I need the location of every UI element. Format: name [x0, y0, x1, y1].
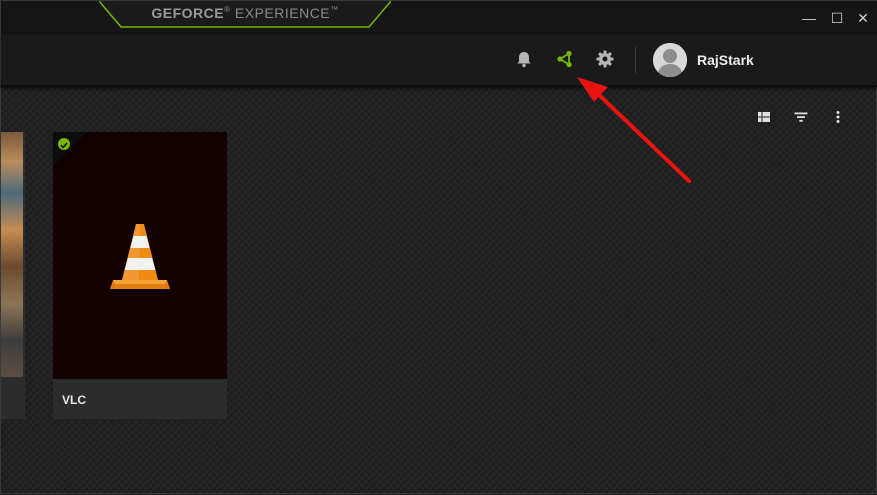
bell-icon[interactable]: [514, 49, 534, 69]
grid-view-icon[interactable]: [756, 109, 772, 125]
game-card-vlc[interactable]: VLC: [53, 132, 227, 419]
close-button[interactable]: ✕: [854, 9, 872, 27]
app-title-brand: GEFORCE: [151, 5, 225, 21]
user-silhouette-icon: [653, 43, 687, 77]
app-title: GEFORCE® EXPERIENCE™: [151, 5, 339, 21]
more-options-icon[interactable]: [830, 109, 846, 125]
username[interactable]: RajStark: [697, 52, 754, 68]
optimized-check-icon: [58, 138, 70, 150]
header-separator: [635, 47, 636, 73]
title-bar: GEFORCE® EXPERIENCE™ — ☐ ✕: [1, 1, 877, 35]
avatar[interactable]: [653, 43, 687, 77]
title-plate: GEFORCE® EXPERIENCE™: [99, 1, 391, 29]
minimize-button[interactable]: —: [800, 9, 818, 27]
filter-icon[interactable]: [793, 109, 809, 125]
maximize-button[interactable]: ☐: [828, 9, 846, 27]
gear-icon[interactable]: [595, 49, 615, 69]
geforce-experience-window: GEFORCE® EXPERIENCE™ — ☐ ✕ RajStark VLC: [0, 0, 877, 494]
app-title-product: EXPERIENCE: [234, 5, 331, 21]
header-bar: RajStark: [1, 35, 877, 87]
game-cover-art: [1, 132, 23, 377]
share-icon[interactable]: [555, 49, 575, 69]
game-title: VLC: [62, 393, 86, 407]
vlc-cone-icon: [110, 224, 170, 289]
game-cover-art: [53, 132, 227, 379]
game-card-partial[interactable]: [1, 132, 25, 419]
